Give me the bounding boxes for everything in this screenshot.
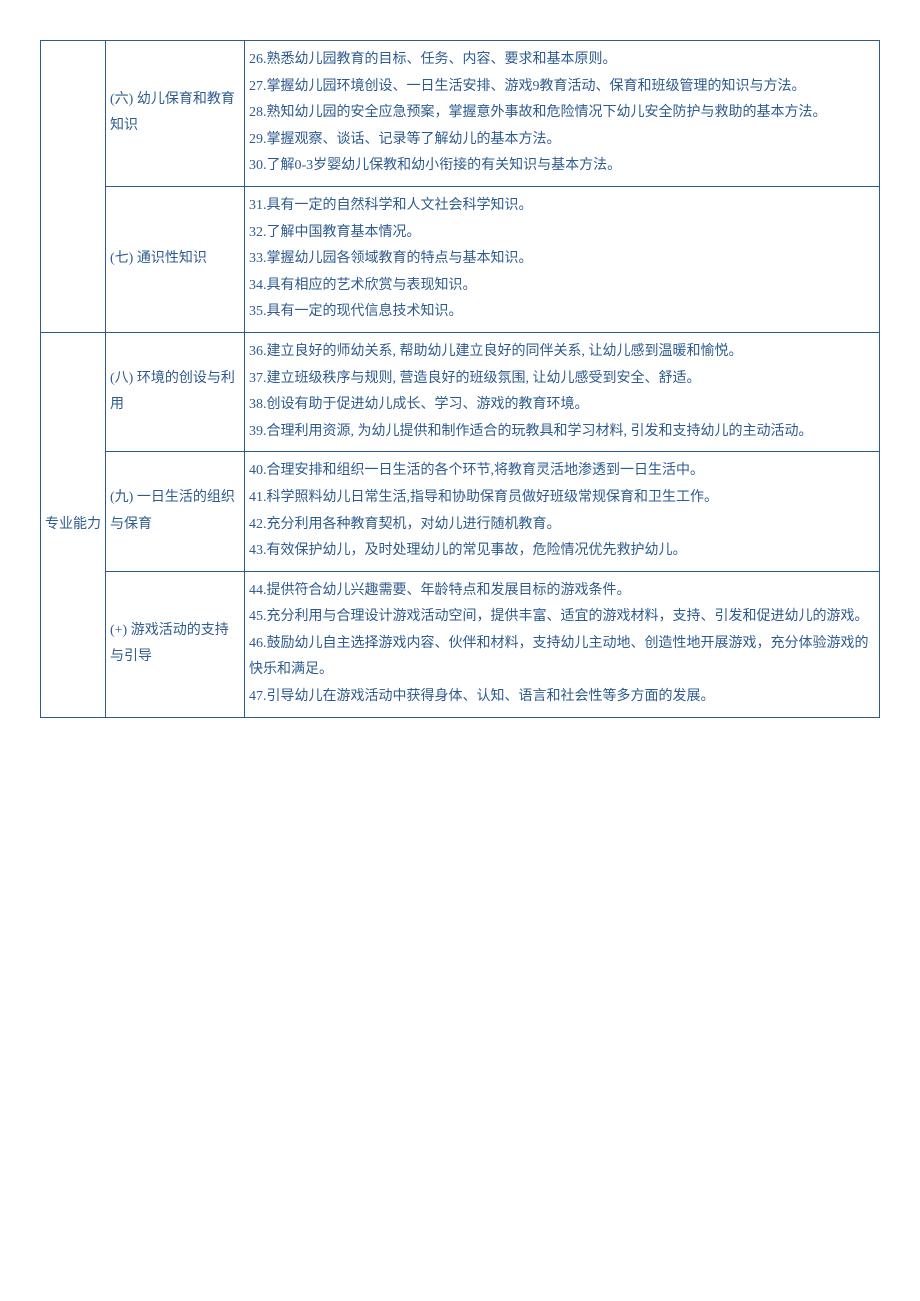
item-text: 29.掌握观察、谈话、记录等了解幼儿的基本方法。 (249, 127, 875, 154)
item-text: 36.建立良好的师幼关系, 帮助幼儿建立良好的同伴关系, 让幼儿感到温暖和愉悦。 (249, 339, 875, 366)
item-text: 44.提供符合幼儿兴趣需要、年龄特点和发展目标的游戏条件。 (249, 578, 875, 605)
items-cell: 31.具有一定的自然科学和人文社会科学知识。32.了解中国教育基本情况。33.掌… (245, 186, 880, 332)
item-text: 27.掌握幼儿园环境创设、一日生活安排、游戏9教育活动、保育和班级管理的知识与方… (249, 74, 875, 101)
item-text: 40.合理安排和组织一日生活的各个环节,将教育灵活地渗透到一日生活中。 (249, 458, 875, 485)
item-text: 46.鼓励幼儿自主选择游戏内容、伙伴和材料，支持幼儿主动地、创造性地开展游戏，充… (249, 631, 875, 684)
item-text: 33.掌握幼儿园各领域教育的特点与基本知识。 (249, 246, 875, 273)
items-cell: 26.熟悉幼儿园教育的目标、任务、内容、要求和基本原则。27.掌握幼儿园环境创设… (245, 41, 880, 187)
item-text: 37.建立班级秩序与规则, 营造良好的班级氛围, 让幼儿感受到安全、舒适。 (249, 366, 875, 393)
items-cell: 36.建立良好的师幼关系, 帮助幼儿建立良好的同伴关系, 让幼儿感到温暖和愉悦。… (245, 332, 880, 451)
item-text: 38.创设有助于促进幼儿成长、学习、游戏的教育环境。 (249, 392, 875, 419)
item-text: 34.具有相应的艺术欣赏与表现知识。 (249, 273, 875, 300)
item-text: 41.科学照料幼儿日常生活,指导和协助保育员做好班级常规保育和卫生工作。 (249, 485, 875, 512)
subcategory-cell: (八) 环境的创设与利用 (106, 332, 245, 451)
item-text: 26.熟悉幼儿园教育的目标、任务、内容、要求和基本原则。 (249, 47, 875, 74)
item-text: 30.了解0-3岁婴幼儿保教和幼小衔接的有关知识与基本方法。 (249, 153, 875, 180)
item-text: 32.了解中国教育基本情况。 (249, 220, 875, 247)
subcategory-cell: (六) 幼儿保育和教育知识 (106, 41, 245, 187)
subcategory-cell: (七) 通识性知识 (106, 186, 245, 332)
table-row: (六) 幼儿保育和教育知识26.熟悉幼儿园教育的目标、任务、内容、要求和基本原则… (41, 41, 880, 187)
item-text: 42.充分利用各种教育契机，对幼儿进行随机教育。 (249, 512, 875, 539)
standards-table: (六) 幼儿保育和教育知识26.熟悉幼儿园教育的目标、任务、内容、要求和基本原则… (40, 40, 880, 718)
item-text: 35.具有一定的现代信息技术知识。 (249, 299, 875, 326)
item-text: 31.具有一定的自然科学和人文社会科学知识。 (249, 193, 875, 220)
table-row: (九) 一日生活的组织与保育40.合理安排和组织一日生活的各个环节,将教育灵活地… (41, 452, 880, 571)
item-text: 45.充分利用与合理设计游戏活动空间，提供丰富、适宜的游戏材料，支持、引发和促进… (249, 604, 875, 631)
category-cell: 专业能力 (41, 332, 106, 717)
items-cell: 44.提供符合幼儿兴趣需要、年龄特点和发展目标的游戏条件。45.充分利用与合理设… (245, 571, 880, 717)
subcategory-cell: (九) 一日生活的组织与保育 (106, 452, 245, 571)
item-text: 39.合理利用资源, 为幼儿提供和制作适合的玩教具和学习材料, 引发和支持幼儿的… (249, 419, 875, 446)
item-text: 47.引导幼儿在游戏活动中获得身体、认知、语言和社会性等多方面的发展。 (249, 684, 875, 711)
category-cell (41, 41, 106, 333)
subcategory-cell: (+) 游戏活动的支持与引导 (106, 571, 245, 717)
table-row: (+) 游戏活动的支持与引导44.提供符合幼儿兴趣需要、年龄特点和发展目标的游戏… (41, 571, 880, 717)
item-text: 28.熟知幼儿园的安全应急预案，掌握意外事故和危险情况下幼儿安全防护与救助的基本… (249, 100, 875, 127)
table-row: (七) 通识性知识31.具有一定的自然科学和人文社会科学知识。32.了解中国教育… (41, 186, 880, 332)
items-cell: 40.合理安排和组织一日生活的各个环节,将教育灵活地渗透到一日生活中。41.科学… (245, 452, 880, 571)
item-text: 43.有效保护幼儿，及时处理幼儿的常见事故，危险情况优先救护幼儿。 (249, 538, 875, 565)
table-row: 专业能力(八) 环境的创设与利用36.建立良好的师幼关系, 帮助幼儿建立良好的同… (41, 332, 880, 451)
